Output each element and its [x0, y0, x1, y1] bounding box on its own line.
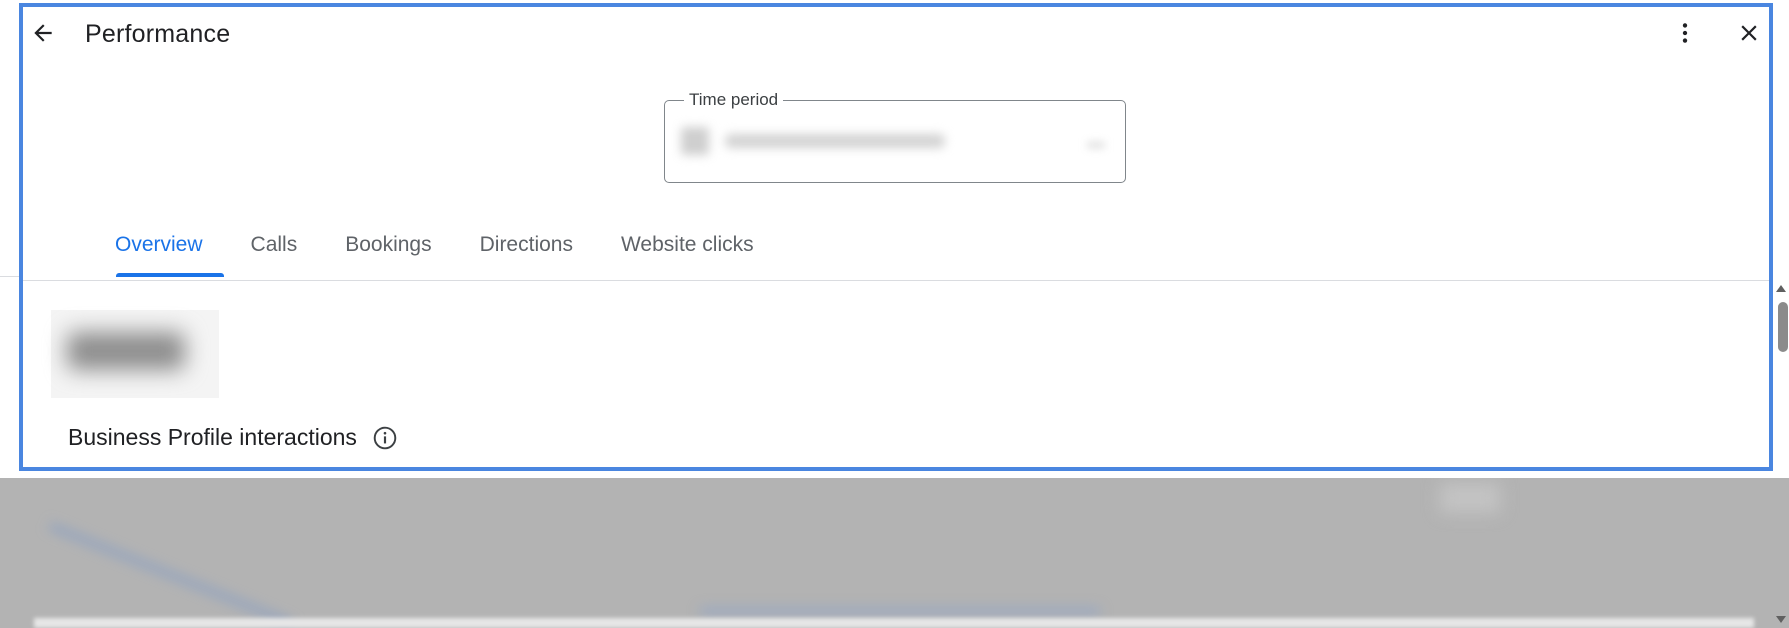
arrow-left-icon [30, 20, 56, 51]
tab-bar: Overview Calls Bookings Directions Websi… [91, 225, 778, 277]
scroll-down-arrow-icon[interactable] [1776, 616, 1786, 623]
close-button[interactable] [1729, 17, 1769, 53]
tab-calls[interactable]: Calls [227, 225, 322, 277]
blurred-chart-marker [1440, 483, 1500, 513]
tab-website-clicks[interactable]: Website clicks [597, 225, 778, 277]
time-period-select[interactable]: Time period [664, 90, 1126, 183]
time-period-label: Time period [684, 90, 784, 110]
blurred-chart-line [48, 523, 293, 627]
close-icon [1736, 20, 1762, 51]
calendar-icon [681, 127, 709, 155]
more-vert-icon [1672, 20, 1698, 51]
interactions-label: Business Profile interactions [68, 424, 357, 450]
tab-overview[interactable]: Overview [91, 225, 227, 277]
tab-label: Directions [479, 233, 573, 256]
info-icon[interactable] [372, 425, 398, 451]
back-button[interactable] [25, 17, 61, 53]
tab-label: Calls [250, 233, 298, 256]
redacted-time-period-value [681, 127, 945, 155]
tab-label: Overview [115, 233, 203, 256]
interactions-heading: Business Profile interactions [68, 424, 398, 451]
tab-directions[interactable]: Directions [456, 225, 597, 277]
tab-label: Bookings [345, 233, 432, 256]
more-options-button[interactable] [1667, 17, 1703, 53]
redacted-interactions-count [51, 310, 219, 398]
blurred-chart-baseline [34, 618, 1754, 628]
active-tab-indicator [116, 273, 224, 277]
chevron-down-icon [1087, 141, 1105, 149]
performance-dialog: Performance Time period Overview Calls B… [19, 3, 1773, 471]
tab-bookings[interactable]: Bookings [321, 225, 455, 277]
scrollbar-thumb[interactable] [1778, 302, 1788, 352]
page-title: Performance [85, 20, 231, 48]
dialog-header: Performance [23, 7, 1769, 63]
tab-label: Website clicks [620, 233, 754, 256]
tabs-divider [23, 280, 1769, 281]
blurred-chart-line [700, 608, 1100, 614]
background-overlay [0, 478, 1789, 628]
scroll-up-arrow-icon[interactable] [1776, 285, 1786, 292]
page: Performance Time period Overview Calls B… [0, 0, 1789, 628]
